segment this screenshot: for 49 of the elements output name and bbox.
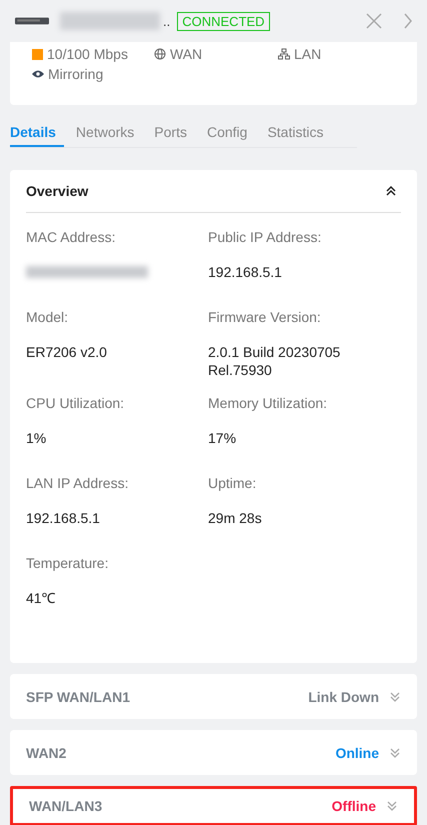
close-icon [366, 13, 382, 29]
port-status: Link Down [308, 688, 379, 704]
field-label: Memory Utilization: [208, 395, 328, 411]
field-label: CPU Utilization: [26, 395, 126, 411]
globe-icon [154, 48, 166, 60]
port-name: WAN/LAN3 [29, 798, 102, 814]
port-card[interactable]: WAN2 Online [10, 730, 417, 775]
port-info-label: LAN [294, 46, 322, 62]
port-status: Online [335, 744, 379, 760]
expand-icon [389, 746, 401, 758]
field-value: 17% [208, 429, 238, 447]
router-icon [15, 15, 49, 27]
field-label: MAC Address: [26, 229, 116, 245]
field-value: 2.0.1 Build 20230705 Rel.75930 [208, 343, 342, 379]
port-name: SFP WAN/LAN1 [26, 688, 130, 704]
chevron-right-icon [403, 13, 413, 29]
status-badge: CONNECTED [177, 12, 270, 30]
eye-icon [32, 68, 44, 80]
tab[interactable]: Config [198, 121, 256, 147]
port-card[interactable]: SFP WAN/LAN1 Link Down [10, 674, 417, 719]
port-info-label: Mirroring [48, 66, 104, 82]
double-chevron-icon [385, 185, 397, 197]
tab[interactable]: Networks [68, 121, 142, 147]
device-name: .. [163, 14, 170, 28]
field-label: Firmware Version: [208, 309, 322, 325]
field-value: 29m 28s [208, 509, 263, 527]
field-label: Uptime: [208, 475, 258, 491]
field-label: Model: [26, 309, 70, 325]
expand-icon [389, 690, 401, 702]
field-value: ER7206 v2.0 [26, 343, 108, 361]
port-info-label: 10/100 Mbps [47, 46, 128, 62]
tab[interactable]: Ports [146, 121, 195, 147]
section-title: Overview [26, 183, 88, 199]
field-label: Temperature: [26, 555, 110, 571]
speed-icon [32, 48, 43, 60]
tab[interactable]: Details [10, 121, 64, 147]
expand-icon [386, 800, 398, 812]
port-info-label: WAN [170, 46, 202, 62]
field-value: 1% [26, 429, 48, 447]
field-label: LAN IP Address: [26, 475, 130, 491]
tab[interactable]: Statistics [259, 121, 332, 147]
port-name: WAN2 [26, 744, 66, 760]
field-value: 41℃ [26, 589, 57, 607]
port-card[interactable]: WAN/LAN3 Offline [10, 786, 417, 825]
port-status: Offline [332, 798, 376, 814]
field-value: 192.168.5.1 [208, 263, 283, 281]
field-label: Public IP Address: [208, 229, 322, 245]
field-value: 192.168.5.1 [26, 509, 101, 527]
network-icon [278, 48, 290, 60]
